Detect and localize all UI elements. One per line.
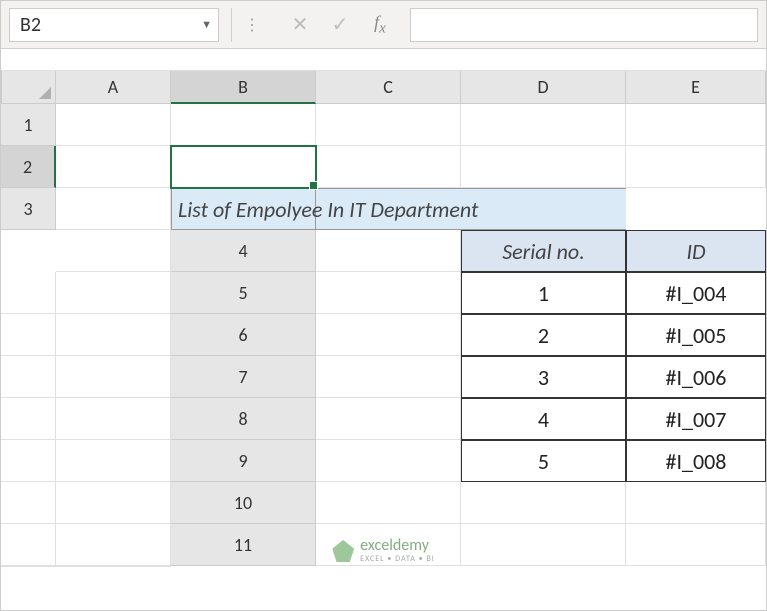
dots-icon: ⋮ (244, 15, 262, 35)
cell-D4[interactable] (1, 272, 56, 314)
row-header-3[interactable]: 3 (1, 188, 56, 230)
table-row[interactable]: #I_004 (626, 272, 766, 314)
cell-E11[interactable] (56, 566, 171, 567)
cell-A6[interactable] (316, 314, 461, 356)
cell-C3[interactable] (626, 188, 766, 230)
cell-A2[interactable] (56, 146, 171, 188)
cell-A11[interactable] (316, 524, 461, 566)
table-title[interactable]: List of Empolyee In IT Department (171, 188, 316, 230)
chevron-down-icon[interactable]: ▼ (201, 18, 212, 31)
cell-B2[interactable] (171, 146, 316, 188)
cell-A8[interactable] (316, 398, 461, 440)
row-header-7[interactable]: 7 (171, 356, 316, 398)
cell-B1[interactable] (171, 104, 316, 146)
row-header-8[interactable]: 8 (171, 398, 316, 440)
name-box[interactable]: B2 ▼ (9, 8, 219, 42)
fx-icon[interactable]: fx (360, 12, 400, 38)
ribbon-spacer (1, 49, 766, 71)
cell-D3[interactable] (1, 230, 56, 272)
cell-E1[interactable] (626, 104, 766, 146)
spreadsheet-grid: A B C D E 1 2 3 List of Empolyee In IT D… (1, 71, 766, 567)
cell-D6[interactable] (1, 356, 56, 398)
table-row[interactable]: 4 (461, 398, 626, 440)
header-serial[interactable]: Serial no. (461, 230, 626, 272)
cell-A7[interactable] (316, 356, 461, 398)
cell-A5[interactable] (316, 272, 461, 314)
cell-A4[interactable] (316, 230, 461, 272)
header-id[interactable]: ID (626, 230, 766, 272)
name-box-value: B2 (20, 13, 41, 37)
cell-E10[interactable] (56, 524, 171, 566)
row-header-1[interactable]: 1 (1, 104, 56, 146)
cell-D2[interactable] (461, 146, 626, 188)
cell-C11[interactable] (626, 524, 766, 566)
cell-D10[interactable] (1, 524, 56, 566)
cell-A3[interactable] (56, 188, 171, 230)
cell-E4[interactable] (56, 272, 171, 314)
enter-icon[interactable]: ✓ (320, 12, 360, 37)
cell-A9[interactable] (316, 440, 461, 482)
row-header-6[interactable]: 6 (171, 314, 316, 356)
table-row[interactable]: 2 (461, 314, 626, 356)
row-header-2[interactable]: 2 (1, 146, 56, 188)
col-header-C[interactable]: C (316, 71, 461, 104)
table-row[interactable]: #I_005 (626, 314, 766, 356)
cell-C10[interactable] (626, 482, 766, 524)
cell-B10[interactable] (461, 482, 626, 524)
row-header-9[interactable]: 9 (171, 440, 316, 482)
cell-E6[interactable] (56, 356, 171, 398)
formula-bar: B2 ▼ ⋮ ✕ ✓ fx (1, 1, 766, 49)
cell-D1[interactable] (461, 104, 626, 146)
table-row[interactable]: #I_008 (626, 440, 766, 482)
cell-E7[interactable] (56, 398, 171, 440)
cell-E5[interactable] (56, 314, 171, 356)
select-all-corner[interactable] (1, 71, 56, 104)
row-header-10[interactable]: 10 (171, 482, 316, 524)
cell-D8[interactable] (1, 440, 56, 482)
cell-C2[interactable] (316, 146, 461, 188)
col-header-D[interactable]: D (461, 71, 626, 104)
cell-D11[interactable] (1, 566, 56, 567)
col-header-B[interactable]: B (171, 71, 316, 104)
cell-E2[interactable] (626, 146, 766, 188)
table-row[interactable]: 5 (461, 440, 626, 482)
cell-E3[interactable] (56, 230, 171, 272)
cell-E8[interactable] (56, 440, 171, 482)
cell-D9[interactable] (1, 482, 56, 524)
table-row[interactable]: #I_007 (626, 398, 766, 440)
row-header-4[interactable]: 4 (171, 230, 316, 272)
cell-A1[interactable] (56, 104, 171, 146)
col-header-A[interactable]: A (56, 71, 171, 104)
separator (231, 8, 232, 42)
cancel-icon[interactable]: ✕ (280, 12, 320, 37)
table-row[interactable]: 1 (461, 272, 626, 314)
table-row[interactable]: #I_006 (626, 356, 766, 398)
cell-C1[interactable] (316, 104, 461, 146)
cell-B11[interactable] (461, 524, 626, 566)
col-header-E[interactable]: E (626, 71, 766, 104)
formula-input[interactable] (410, 8, 758, 42)
row-header-5[interactable]: 5 (171, 272, 316, 314)
row-header-11[interactable]: 11 (171, 524, 316, 566)
cell-D5[interactable] (1, 314, 56, 356)
cell-D7[interactable] (1, 398, 56, 440)
cell-A10[interactable] (316, 482, 461, 524)
cell-E9[interactable] (56, 482, 171, 524)
table-row[interactable]: 3 (461, 356, 626, 398)
